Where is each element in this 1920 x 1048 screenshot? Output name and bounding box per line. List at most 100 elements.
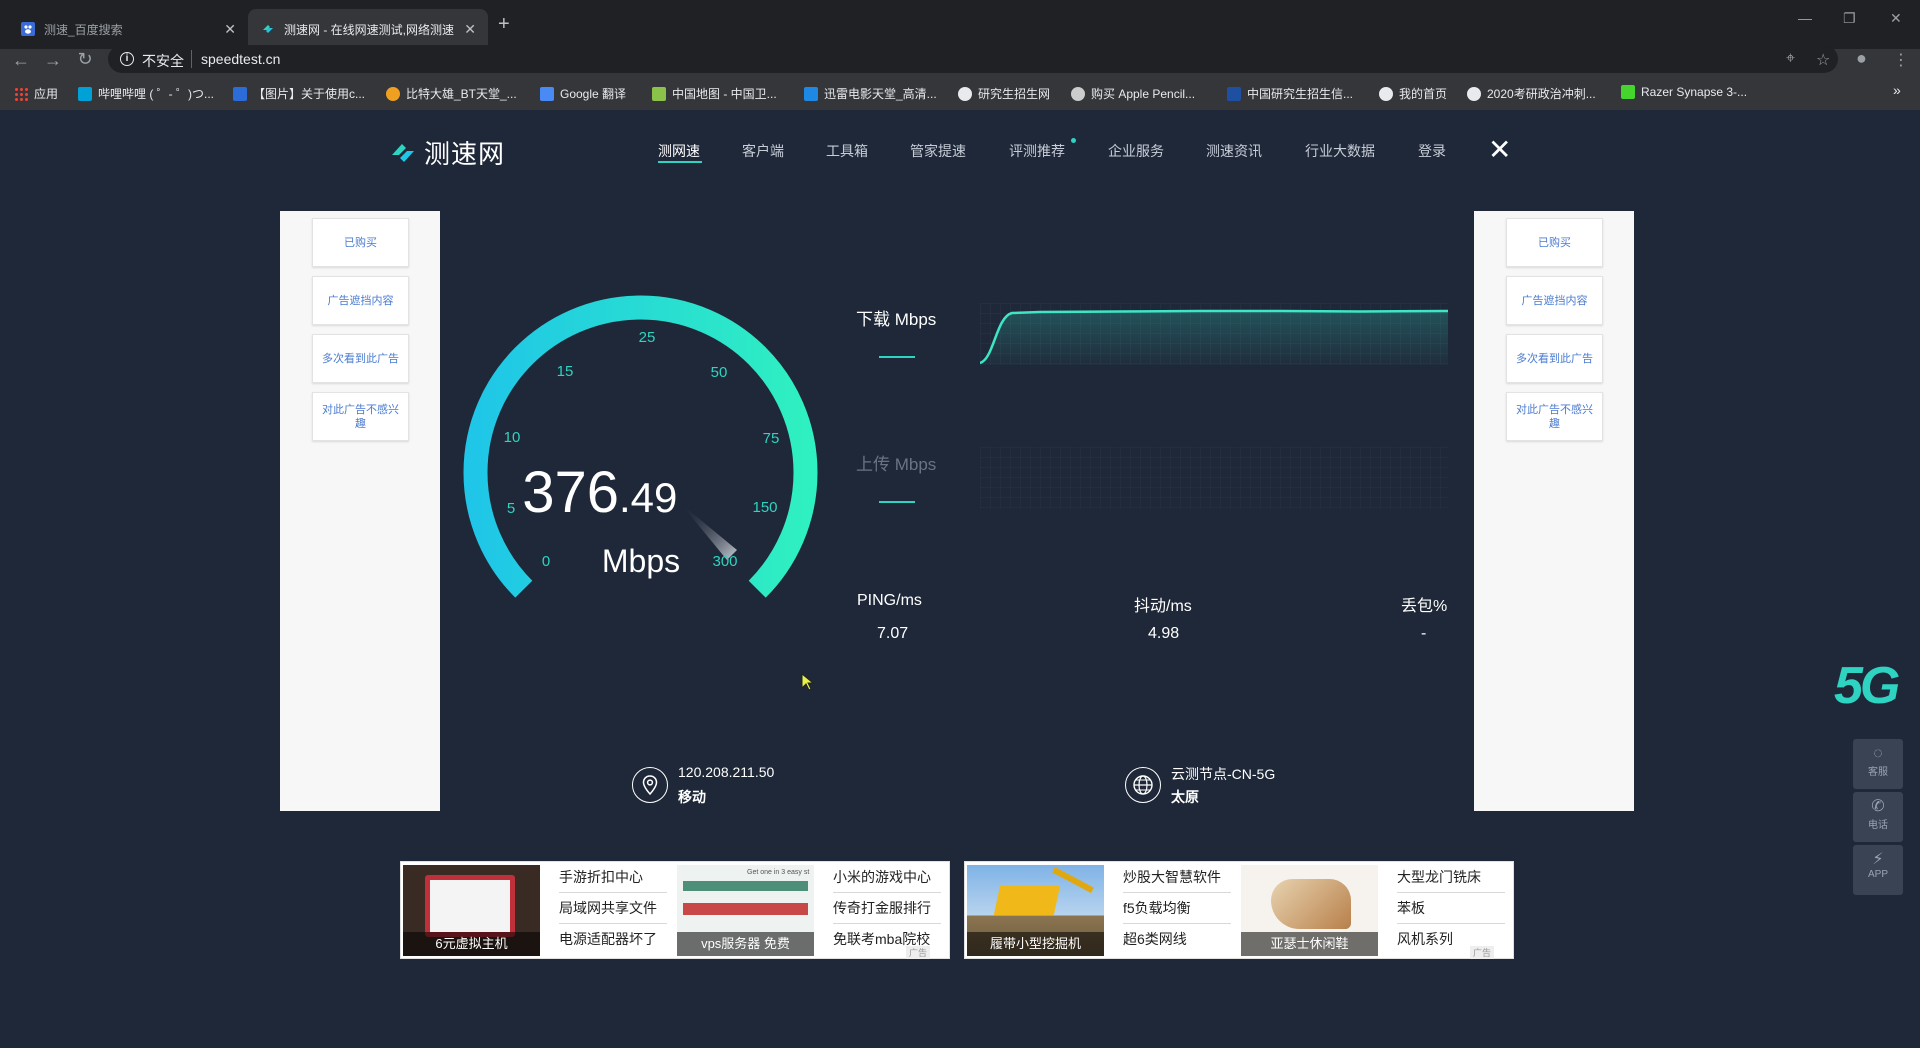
bottom-ad-banner-left: 6元虚拟主机 手游折扣中心 局域网共享文件 电源适配器坏了 Get one in… (400, 861, 950, 959)
bookmark-item[interactable]: 2020考研政治冲刺... (1467, 85, 1596, 102)
ad-mark[interactable]: 广告 (906, 946, 931, 959)
close-icon[interactable]: ✕ (1488, 136, 1511, 164)
browser-menu-icon[interactable]: ⋮ (1893, 50, 1909, 70)
location-pin-icon (632, 767, 668, 803)
nav-accelerate[interactable]: 管家提速 (910, 141, 966, 161)
address-bar[interactable] (108, 45, 1838, 73)
bookmark-label: 【图片】关于使用c... (253, 87, 366, 101)
customer-service-button[interactable]: ◌ 客服 (1853, 739, 1903, 789)
bookmark-label: 哔哩哔哩 ( ゜- ゜)つ... (98, 87, 214, 101)
ad-link[interactable]: 小米的游戏中心 (833, 862, 941, 893)
ad-feedback-seen-often[interactable]: 多次看到此广告 (1506, 334, 1603, 383)
reload-icon[interactable]: ↻ (74, 49, 96, 70)
forward-icon[interactable]: → (42, 50, 64, 71)
ad-link[interactable]: 苯板 (1397, 893, 1505, 924)
site-logo[interactable]: 测速网 (388, 134, 505, 171)
bookmark-item[interactable]: 【图片】关于使用c... (233, 85, 365, 102)
ad-link[interactable]: 炒股大智慧软件 (1123, 862, 1231, 893)
bookmark-label: 中国地图 - 中国卫... (672, 87, 777, 101)
address-divider (191, 50, 192, 68)
ad-feedback-covers-content[interactable]: 广告遮挡内容 (1506, 276, 1603, 325)
tab-close-icon[interactable]: ✕ (224, 21, 236, 38)
bookmark-apps[interactable]: 应用 (14, 85, 58, 102)
ad-card[interactable]: 履带小型挖掘机 (967, 865, 1104, 956)
ad-feedback-covers-content[interactable]: 广告遮挡内容 (312, 276, 409, 325)
ad-feedback-purchased[interactable]: 已购买 (312, 218, 409, 267)
download-label: 下载 Mbps (856, 310, 937, 329)
packet-loss-value: - (1421, 625, 1427, 642)
bookmark-label: Google 翻译 (560, 87, 627, 101)
ad-feedback-purchased[interactable]: 已购买 (1506, 218, 1603, 267)
nav-login[interactable]: 登录 (1418, 141, 1446, 161)
nav-speedtest[interactable]: 测网速 (658, 141, 700, 161)
minimize-icon[interactable]: — (1798, 10, 1812, 26)
location-target-icon[interactable]: ⌖ (1786, 50, 1795, 68)
ad-link[interactable]: f5负载均衡 (1123, 893, 1231, 924)
bookmark-item[interactable]: 我的首页 (1379, 85, 1447, 102)
speed-value-decimal: .49 (619, 474, 677, 521)
bookmark-item[interactable]: 比特大雄_BT天堂_... (386, 85, 517, 102)
globe-icon (958, 86, 972, 101)
profile-avatar-icon[interactable]: ● (1856, 48, 1867, 69)
bookmark-item[interactable]: 研究生招生网 (958, 85, 1050, 102)
restore-icon[interactable]: ❐ (1843, 10, 1856, 27)
bookmark-item[interactable]: 中国地图 - 中国卫... (652, 85, 777, 102)
bookmark-item[interactable]: 中国研究生招生信... (1227, 85, 1353, 102)
url-text[interactable]: speedtest.cn (201, 51, 280, 67)
left-ad-panel: 已购买 广告遮挡内容 多次看到此广告 对此广告不感兴趣 (280, 211, 440, 811)
app-button[interactable]: ⚡ APP (1853, 845, 1903, 895)
ad-feedback-not-interested[interactable]: 对此广告不感兴趣 (312, 392, 409, 441)
bookmark-item[interactable]: 迅雷电影天堂_高清... (804, 85, 937, 102)
nav-active-indicator (658, 161, 702, 163)
nav-toolbox[interactable]: 工具箱 (826, 141, 868, 161)
ad-card[interactable]: 6元虚拟主机 (403, 865, 540, 956)
ad-feedback-seen-often[interactable]: 多次看到此广告 (312, 334, 409, 383)
browser-tab-speedtest[interactable]: 测速网 - 在线网速测试,网络测速 ✕ (248, 9, 488, 49)
gauge-tick-10: 10 (504, 429, 521, 446)
nav-client[interactable]: 客户端 (742, 141, 784, 161)
gauge-tick-75: 75 (763, 430, 780, 447)
side-button-label: 电话 (1868, 820, 1888, 831)
server-node[interactable]: 云测节点-CN-5G (1171, 764, 1275, 784)
5g-badge[interactable]: 5G (1834, 656, 1900, 716)
bookmark-label: 2020考研政治冲刺... (1487, 87, 1596, 101)
ad-link[interactable]: 局域网共享文件 (559, 893, 667, 924)
bookmark-item[interactable]: 哔哩哔哩 ( ゜- ゜)つ... (78, 85, 214, 102)
security-label[interactable]: 不安全 (142, 51, 184, 71)
nav-news[interactable]: 测速资讯 (1206, 141, 1262, 161)
speed-gauge: 0 5 10 15 25 50 75 150 300 376 .49 Mbps (463, 295, 818, 598)
browser-tab-baidu[interactable]: 测速_百度搜索 ✕ (8, 9, 248, 49)
nav-reviews[interactable]: 评测推荐 (1009, 141, 1065, 161)
ad-feedback-not-interested[interactable]: 对此广告不感兴趣 (1506, 392, 1603, 441)
ad-card[interactable]: 亚瑟士休闲鞋 (1241, 865, 1378, 956)
ad-link[interactable]: 传奇打金服排行 (833, 893, 941, 924)
back-icon[interactable]: ← (10, 50, 32, 71)
bookmark-label: 比特大雄_BT天堂_... (406, 87, 517, 101)
window-close-icon[interactable]: ✕ (1890, 10, 1902, 27)
ad-mark[interactable]: 广告 (1470, 946, 1495, 959)
packet-loss-label: 丢包% (1401, 598, 1448, 615)
tab-close-icon[interactable]: ✕ (464, 21, 476, 38)
bookmark-item[interactable]: 购买 Apple Pencil... (1071, 85, 1195, 102)
bookmark-item[interactable]: Google 翻译 (540, 85, 626, 102)
ad-link[interactable]: 大型龙门铣床 (1397, 862, 1505, 893)
chat-icon: ◌ (1873, 745, 1883, 762)
webpage-image (683, 881, 808, 891)
ad-card[interactable]: Get one in 3 easy st vps服务器 免费 (677, 865, 814, 956)
ad-caption: 履带小型挖掘机 (967, 932, 1104, 956)
bookmark-star-icon[interactable]: ☆ (1816, 50, 1830, 70)
nav-bigdata[interactable]: 行业大数据 (1305, 141, 1375, 161)
bookmark-item[interactable]: Razer Synapse 3-... (1621, 85, 1747, 99)
new-tab-icon[interactable]: + (498, 13, 510, 36)
phone-icon: ✆ (1871, 798, 1885, 815)
bookmarks-overflow-icon[interactable]: » (1893, 82, 1901, 98)
ping-label: PING/ms (857, 592, 922, 609)
globe-icon[interactable] (1125, 767, 1161, 803)
site-info-icon[interactable]: i (120, 52, 134, 66)
ad-link[interactable]: 手游折扣中心 (559, 862, 667, 893)
ad-link[interactable]: 电源适配器坏了 (559, 924, 667, 955)
nav-enterprise[interactable]: 企业服务 (1108, 141, 1164, 161)
phone-button[interactable]: ✆ 电话 (1853, 792, 1903, 842)
ad-link[interactable]: 超6类网线 (1123, 924, 1231, 955)
right-ad-panel: 已购买 广告遮挡内容 多次看到此广告 对此广告不感兴趣 (1474, 211, 1634, 811)
